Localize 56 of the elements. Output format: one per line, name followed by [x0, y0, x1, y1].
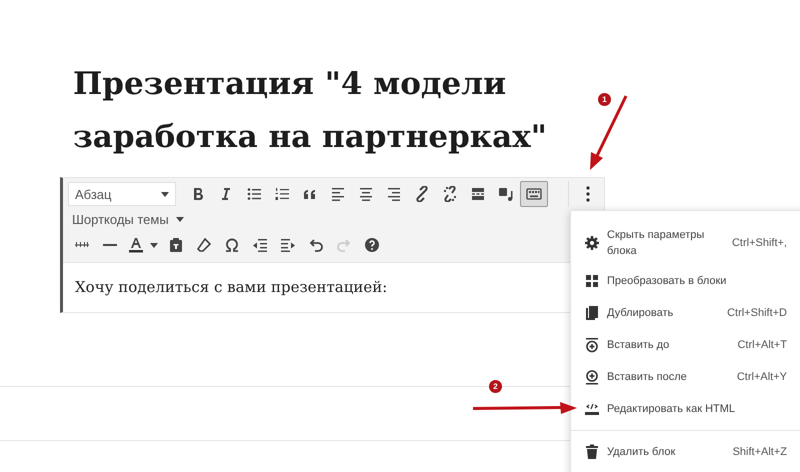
caret-icon: [150, 242, 158, 248]
caret-icon: [161, 192, 169, 196]
shortcut-text: Ctrl+Alt+T: [737, 339, 787, 351]
menu-item[interactable]: Скрыть параметры блока Ctrl+Shift+,: [571, 221, 787, 265]
media-icon: [498, 186, 514, 202]
indent-icon: [280, 237, 296, 253]
horizontal-line-icon: [103, 244, 117, 246]
toolbar-toggle-button[interactable]: [520, 181, 548, 207]
link-icon: [414, 186, 430, 202]
menu-item[interactable]: Дублировать Ctrl+Shift+D: [571, 297, 787, 329]
menu-item[interactable]: Вставить до Ctrl+Alt+T: [571, 329, 787, 361]
menu-item[interactable]: Преобразовать в блоки: [571, 265, 787, 297]
insert-after-icon: [584, 369, 600, 385]
align-center-icon: [358, 186, 374, 202]
shortcut-text: Ctrl+Shift+D: [727, 307, 787, 319]
align-left-icon: [330, 186, 346, 202]
trash-icon: [584, 444, 600, 460]
caret-icon: [176, 217, 184, 222]
menu-item-label: Удалить блок: [607, 445, 676, 460]
unlink-icon: [442, 186, 458, 202]
menu-item-label: Вставить после: [607, 370, 688, 385]
keyboard-icon: [526, 186, 542, 202]
menu-item-label: Преобразовать в блоки: [607, 274, 728, 289]
menu-item-label: Вставить до: [607, 338, 670, 353]
clipboard-icon: [168, 237, 184, 253]
outdent-icon: [252, 237, 268, 253]
numbered-list-icon: [274, 186, 290, 202]
shortcut-text: Ctrl+Alt+Y: [736, 371, 787, 383]
html-icon: [584, 401, 600, 417]
help-icon: [364, 237, 380, 253]
format-select[interactable]: Абзац: [68, 182, 176, 206]
shortcodes-menu[interactable]: Шорткоды темы: [68, 210, 188, 229]
grid-icon: [584, 273, 600, 289]
more-options-icon: [585, 186, 591, 202]
menu-item[interactable]: Редактировать как HTML: [571, 393, 787, 425]
bullet-list-icon: [246, 186, 262, 202]
menu-item-label: Скрыть параметры блока: [607, 228, 706, 259]
menu-item[interactable]: Вставить после Ctrl+Alt+Y: [571, 361, 787, 393]
duplicate-icon: [584, 305, 600, 321]
step-badge: 1: [598, 93, 611, 106]
step-badge: 2: [489, 380, 502, 393]
text-color-icon: [128, 237, 144, 253]
align-right-icon: [386, 186, 402, 202]
shortcut-text: Shift+Alt+Z: [732, 446, 787, 458]
menu-item-label: Дублировать: [607, 306, 674, 321]
undo-icon: [308, 237, 324, 253]
eraser-icon: [196, 237, 212, 253]
menu-item-label: Редактировать как HTML: [607, 402, 736, 417]
menu-item[interactable]: Удалить блок Shift+Alt+Z: [571, 436, 787, 468]
gear-icon: [584, 235, 600, 251]
format-select-value: Абзац: [75, 186, 112, 202]
read-more-icon: [470, 186, 486, 202]
omega-icon: [224, 237, 240, 253]
insert-before-icon: [584, 337, 600, 353]
post-title[interactable]: Презентация "4 модели заработка на партнерках": [73, 58, 573, 164]
shortcut-text: Ctrl+Shift+,: [732, 237, 787, 249]
